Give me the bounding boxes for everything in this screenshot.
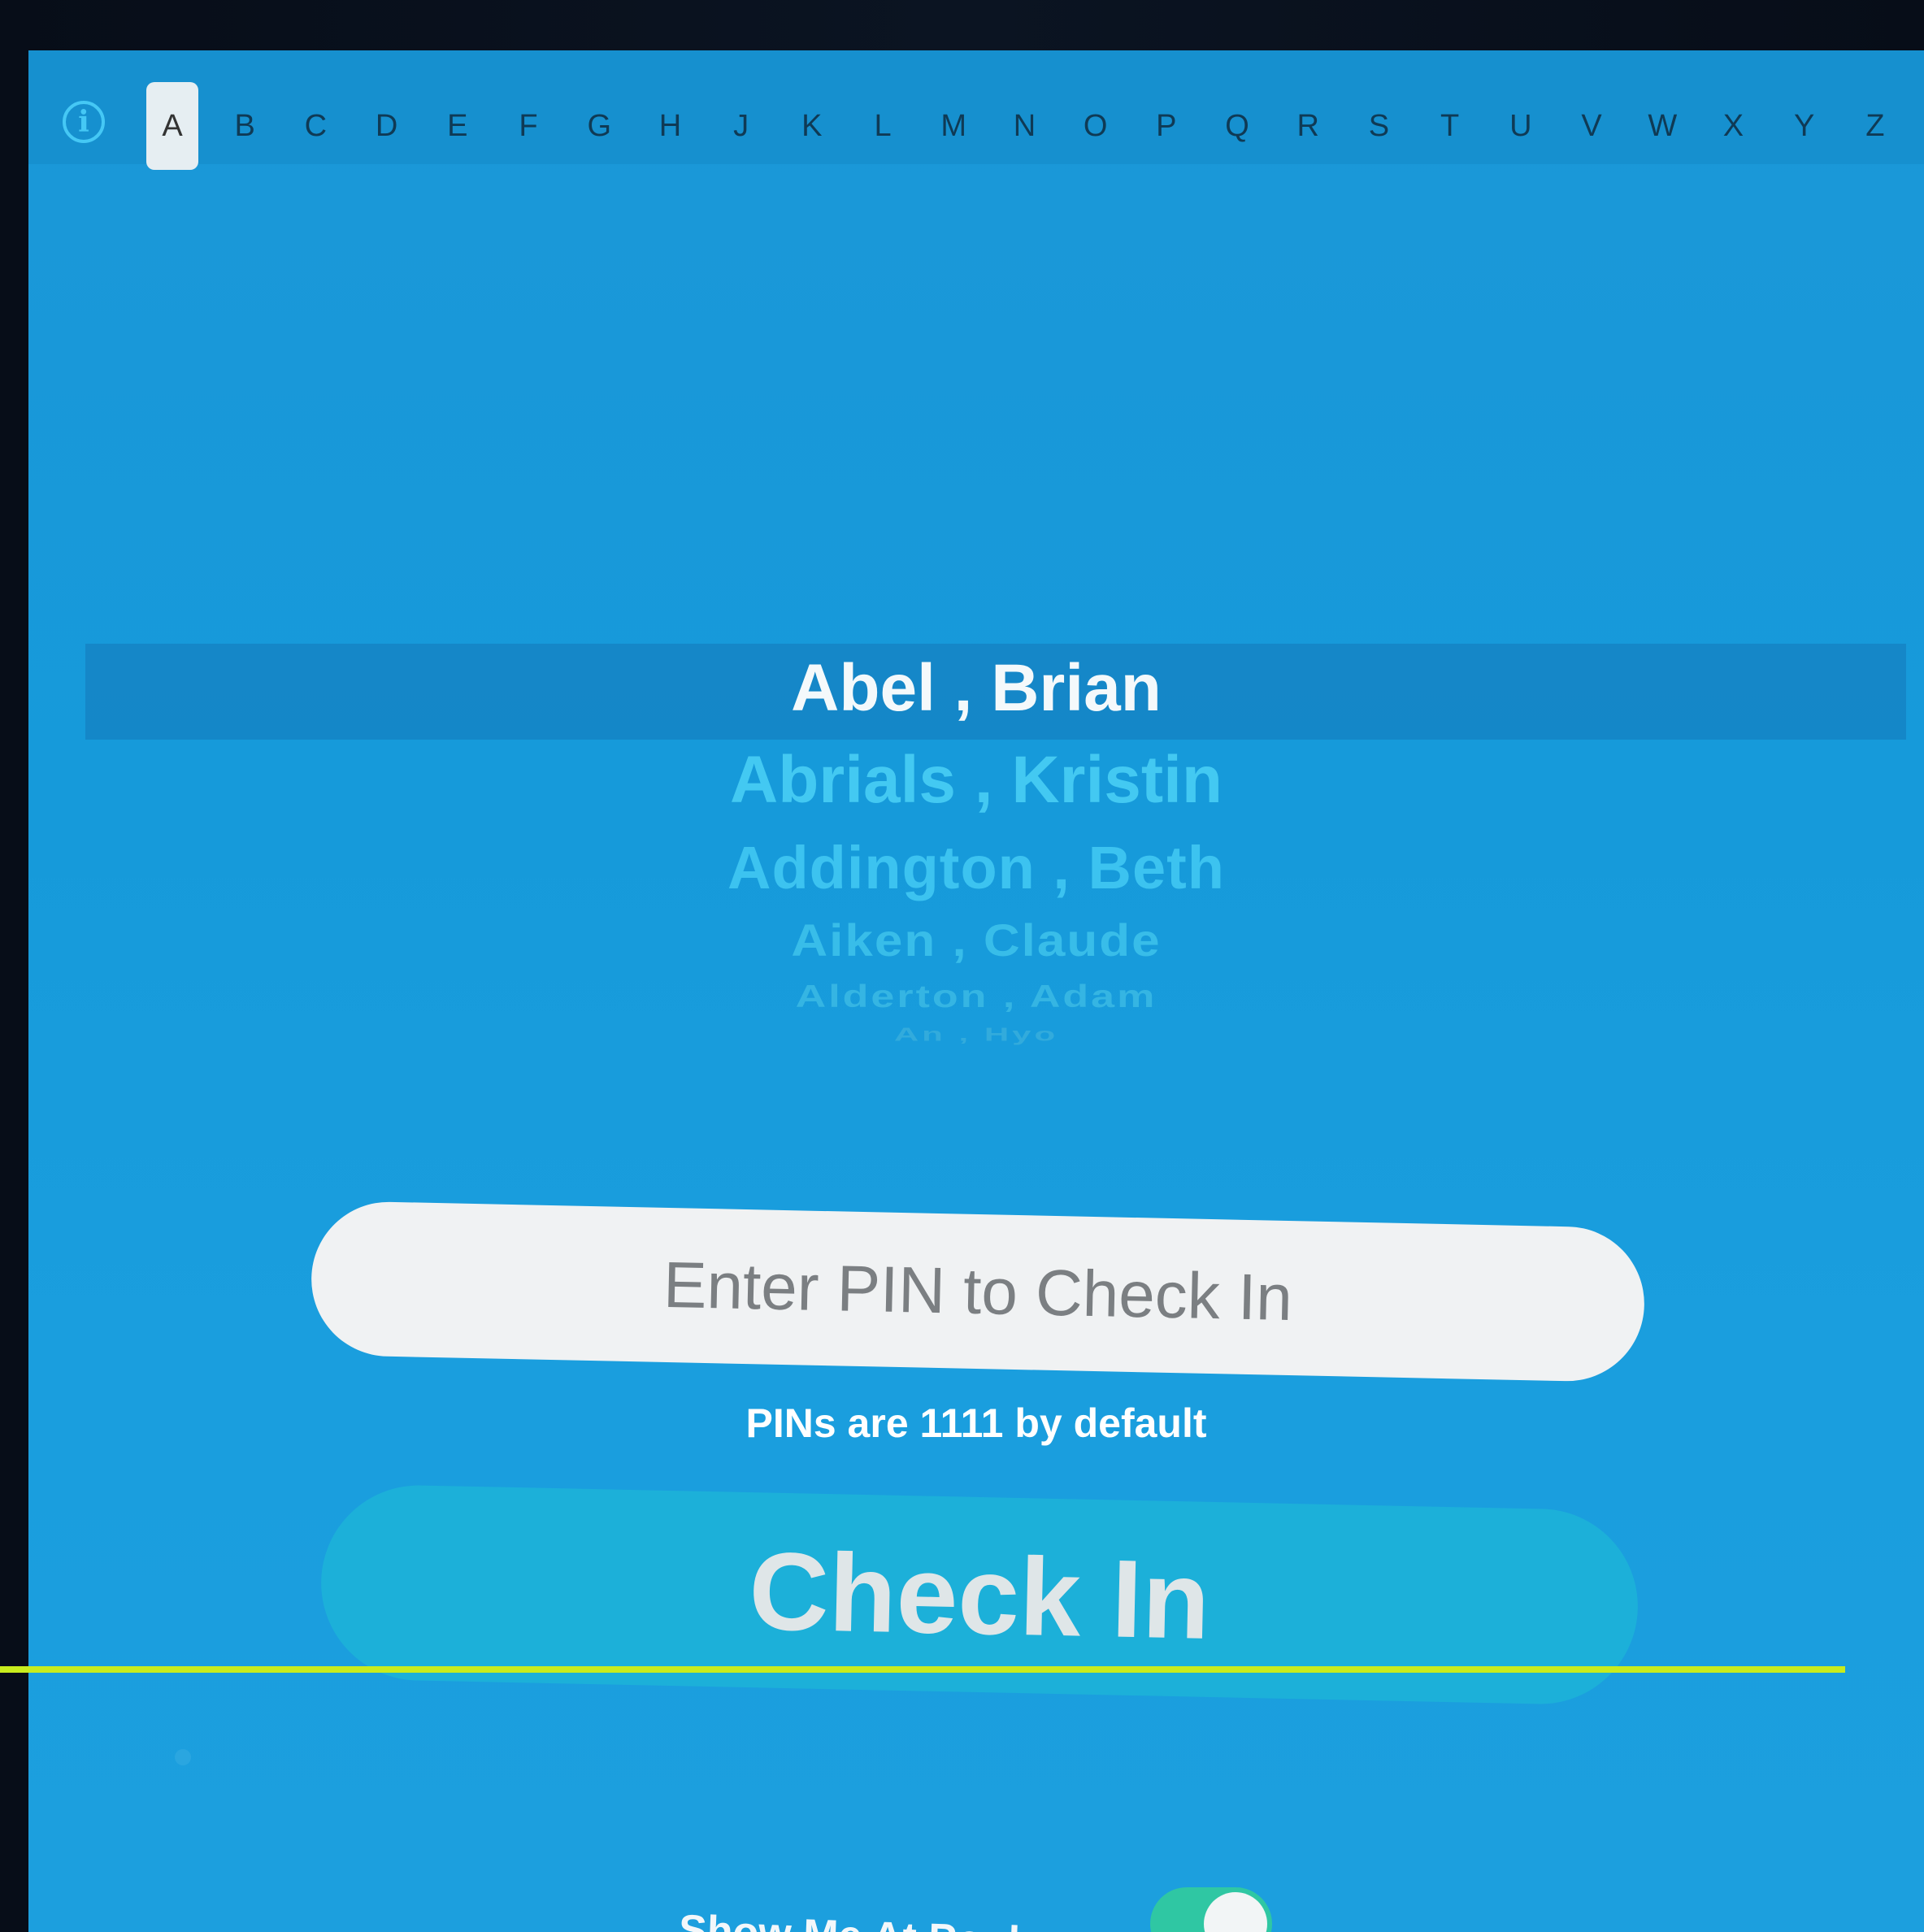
index-letter-f[interactable]: F — [504, 98, 553, 154]
decorative-dot — [175, 1749, 191, 1765]
index-letter-x[interactable]: X — [1709, 98, 1757, 154]
index-letter-y[interactable]: Y — [1780, 98, 1829, 154]
alphabet-index-bar: i ABCDEFGHJKLMNOPQRSTUVWXYZ — [28, 50, 1924, 170]
show-at-pool-toggle[interactable] — [1150, 1887, 1272, 1932]
picker-item[interactable]: An , Hyo — [28, 1025, 1924, 1044]
pin-input[interactable] — [310, 1200, 1646, 1383]
index-letter-b[interactable]: B — [220, 98, 269, 154]
index-letter-q[interactable]: Q — [1213, 98, 1262, 154]
alphabet-letters: ABCDEFGHJKLMNOPQRSTUVWXYZ — [146, 82, 1924, 170]
index-letter-z[interactable]: Z — [1851, 98, 1900, 154]
index-letter-a[interactable]: A — [146, 82, 198, 170]
index-letter-h[interactable]: H — [645, 98, 694, 154]
index-letter-t[interactable]: T — [1426, 98, 1474, 154]
index-letter-l[interactable]: L — [858, 98, 907, 154]
index-letter-g[interactable]: G — [575, 98, 623, 154]
index-letter-d[interactable]: D — [363, 98, 411, 154]
info-icon[interactable]: i — [63, 101, 105, 143]
index-letter-c[interactable]: C — [291, 98, 340, 154]
index-letter-s[interactable]: S — [1354, 98, 1403, 154]
name-picker[interactable]: Abel , Brian Abrials , Kristin Addington… — [28, 636, 1924, 1050]
picker-item[interactable]: Aiken , Claude — [28, 912, 1924, 970]
picker-item[interactable]: Alderton , Adam — [28, 979, 1924, 1014]
picker-item[interactable]: Abrials , Kristin — [28, 733, 1924, 827]
picker-item-selected[interactable]: Abel , Brian — [28, 636, 1924, 733]
index-letter-k[interactable]: K — [788, 98, 836, 154]
toggle-knob[interactable] — [1204, 1892, 1267, 1932]
index-letter-u[interactable]: U — [1496, 98, 1545, 154]
index-letter-o[interactable]: O — [1071, 98, 1120, 154]
index-letter-n[interactable]: N — [1000, 98, 1049, 154]
app-screen: i ABCDEFGHJKLMNOPQRSTUVWXYZ Abel , Brian… — [28, 50, 1924, 1932]
picker-item[interactable]: Addington , Beth — [28, 827, 1924, 909]
overlay-marker-line — [0, 1666, 1845, 1673]
index-letter-v[interactable]: V — [1567, 98, 1616, 154]
index-letter-e[interactable]: E — [433, 98, 482, 154]
index-letter-w[interactable]: W — [1638, 98, 1687, 154]
index-letter-r[interactable]: R — [1283, 98, 1332, 154]
index-letter-j[interactable]: J — [717, 98, 766, 154]
show-at-pool-label: Show Me At Pool — [678, 1906, 1021, 1932]
pin-hint: PINs are 1111 by default — [745, 1400, 1207, 1446]
index-letter-m[interactable]: M — [929, 98, 978, 154]
index-letter-p[interactable]: P — [1142, 98, 1191, 154]
